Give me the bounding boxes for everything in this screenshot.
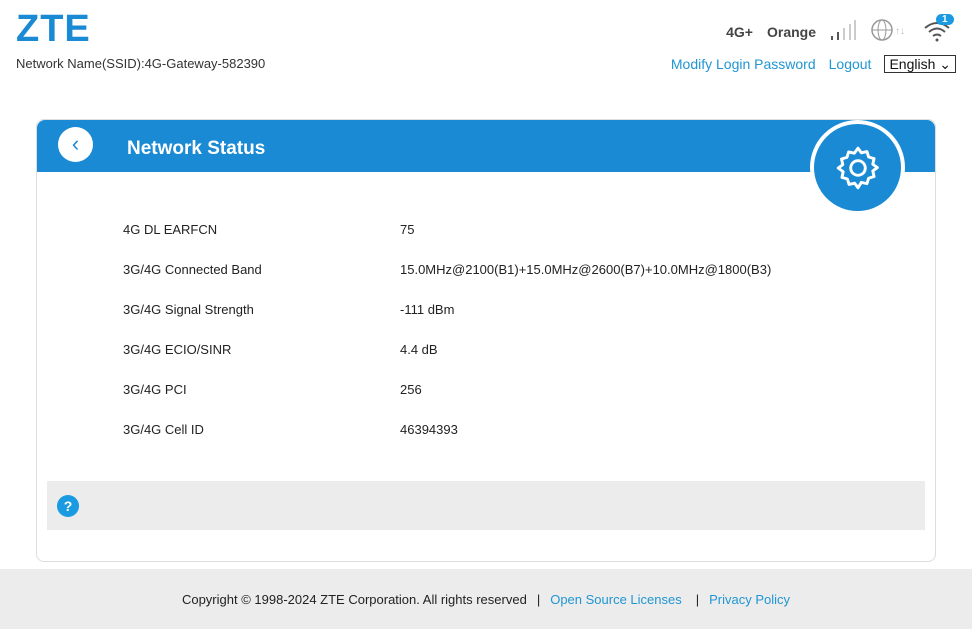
row-label: 3G/4G PCI	[123, 382, 187, 397]
table-row: 3G/4G Connected Band 15.0MHz@2100(B1)+15.…	[123, 262, 771, 302]
help-icon[interactable]: ?	[57, 495, 79, 517]
table-row: 4G DL EARFCN 75	[123, 222, 771, 262]
help-panel: ?	[47, 481, 925, 530]
separator: |	[536, 591, 541, 607]
language-value: English	[889, 56, 936, 72]
chevron-left-icon: ‹	[71, 131, 80, 156]
operator-name: Orange	[766, 23, 816, 40]
network-type: 4G+	[726, 23, 753, 40]
signal-icon	[830, 19, 856, 44]
copyright: Copyright © 1998-2024 ZTE Corporation. A…	[181, 591, 527, 607]
wifi-client-badge: 1	[936, 14, 954, 25]
row-label: 3G/4G ECIO/SINR	[123, 342, 232, 357]
row-label: 4G DL EARFCN	[123, 222, 218, 237]
open-source-licenses-link[interactable]: Open Source Licenses	[550, 592, 682, 607]
svg-text:↑↓: ↑↓	[895, 26, 905, 37]
row-value: -111 dBm	[400, 302, 455, 317]
row-value: 75	[400, 222, 415, 237]
privacy-policy-link[interactable]: Privacy Policy	[709, 592, 790, 607]
network-status-card: ‹ Network Status 4G DL EARFCN 75 3G/4G Co…	[36, 119, 936, 562]
wifi-icon[interactable]: 1	[922, 14, 954, 45]
back-button[interactable]: ‹	[58, 127, 93, 162]
card-header: ‹ Network Status	[37, 120, 935, 215]
table-row: 3G/4G ECIO/SINR 4.4 dB	[123, 342, 771, 382]
chevron-down-icon: ⌄	[939, 56, 951, 72]
logout-link[interactable]: Logout	[829, 56, 872, 72]
row-value: 15.0MHz@2100(B1)+15.0MHz@2600(B7)+10.0MH…	[400, 262, 772, 277]
table-row: 3G/4G Signal Strength -111 dBm	[123, 302, 771, 342]
table-row: 3G/4G PCI 256	[123, 382, 771, 422]
table-row: 3G/4G Cell ID 46394393	[123, 422, 771, 462]
globe-icon: ↑↓	[870, 18, 908, 45]
row-value: 256	[400, 382, 422, 397]
modify-login-password-link[interactable]: Modify Login Password	[671, 56, 816, 72]
row-label: 3G/4G Cell ID	[123, 422, 204, 437]
status-table: 4G DL EARFCN 75 3G/4G Connected Band 15.0M…	[123, 222, 771, 462]
zte-logo: ZTE	[16, 8, 91, 50]
gear-icon	[810, 120, 905, 215]
status-bar: 4G+ Orange ↑↓ 1	[726, 14, 954, 45]
footer: Copyright © 1998-2024 ZTE Corporation. A…	[0, 569, 972, 629]
row-label: 3G/4G Connected Band	[123, 262, 262, 277]
row-value: 4.4 dB	[400, 342, 438, 357]
row-value: 46394393	[400, 422, 458, 437]
page-title: Network Status	[127, 138, 266, 159]
language-select[interactable]: English ⌄	[884, 55, 956, 73]
separator: |	[695, 591, 700, 607]
ssid-label: Network Name(SSID):4G-Gateway-582390	[16, 56, 266, 71]
row-label: 3G/4G Signal Strength	[123, 302, 254, 317]
